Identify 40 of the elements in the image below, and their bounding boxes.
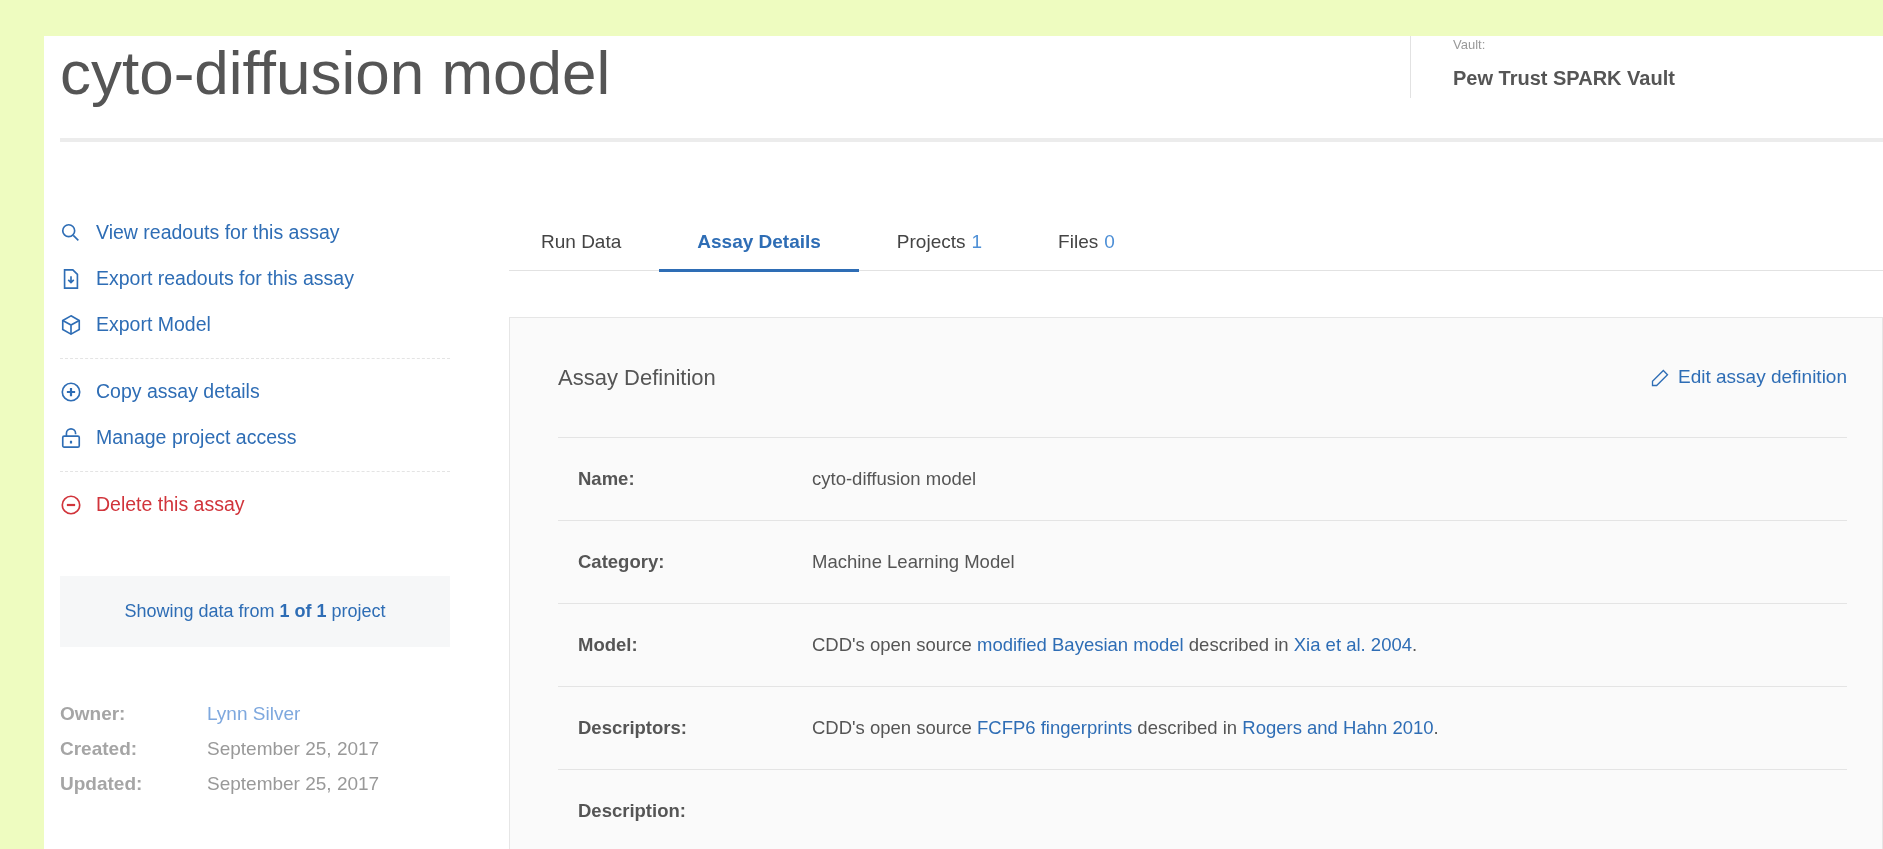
tab[interactable]: Projects 1	[858, 215, 1021, 272]
vault-name: Pew Trust SPARK Vault	[1453, 66, 1675, 91]
plus-circle-icon	[60, 381, 82, 403]
field-label: Description:	[578, 799, 687, 824]
search-icon	[60, 222, 82, 244]
tab[interactable]: Files 0	[1020, 215, 1153, 272]
meta-label: Created:	[60, 737, 139, 762]
action-link[interactable]: Copy assay details	[60, 369, 450, 415]
card-title: Assay Definition	[558, 364, 716, 392]
meta-value: September 25, 2017	[207, 737, 380, 762]
pencil-icon	[1650, 367, 1670, 388]
field-value: CDD's open source modified Bayesian model described in Xia et al. 2004.	[812, 633, 1418, 658]
field-label: Name:	[578, 467, 636, 492]
edit-link[interactable]: Edit assay definition	[1650, 363, 1847, 392]
tab[interactable]: Assay Details	[659, 215, 859, 272]
field-label: Category:	[578, 550, 666, 575]
padlock-icon	[60, 427, 82, 449]
page-title: cyto-diffusion model	[60, 37, 612, 109]
delete-link[interactable]: Delete this assay	[60, 482, 450, 528]
reference-link[interactable]: Rogers and Hahn 2010	[1242, 717, 1434, 739]
project-summary: Showing data from 1 of 1 project	[60, 576, 450, 647]
field-label: Model:	[578, 633, 639, 658]
meta-label: Updated:	[60, 772, 144, 797]
minus-circle-icon	[60, 494, 82, 516]
reference-link[interactable]: Xia et al. 2004	[1293, 634, 1412, 656]
cube-icon	[60, 314, 82, 336]
reference-link[interactable]: modified Bayesian model	[976, 634, 1184, 656]
action-link[interactable]: Export Model	[60, 302, 450, 348]
field-value: Machine Learning Model	[812, 550, 1015, 575]
action-link[interactable]: Export readouts for this assay	[60, 256, 450, 302]
meta-value: September 25, 2017	[207, 772, 380, 797]
action-link[interactable]: View readouts for this assay	[60, 210, 450, 256]
meta-label: Owner:	[60, 702, 127, 727]
action-link[interactable]: Manage project access	[60, 415, 450, 461]
tab[interactable]: Run Data	[509, 215, 660, 272]
field-value: CDD's open source FCFP6 fingerprints described in Rogers and Hahn 2010.	[812, 716, 1439, 741]
field-label: Descriptors:	[578, 716, 688, 741]
reference-link[interactable]: FCFP6 fingerprints	[976, 717, 1133, 739]
vault-label: Vault:	[1453, 38, 1487, 51]
field-value: cyto-diffusion model	[812, 467, 977, 492]
